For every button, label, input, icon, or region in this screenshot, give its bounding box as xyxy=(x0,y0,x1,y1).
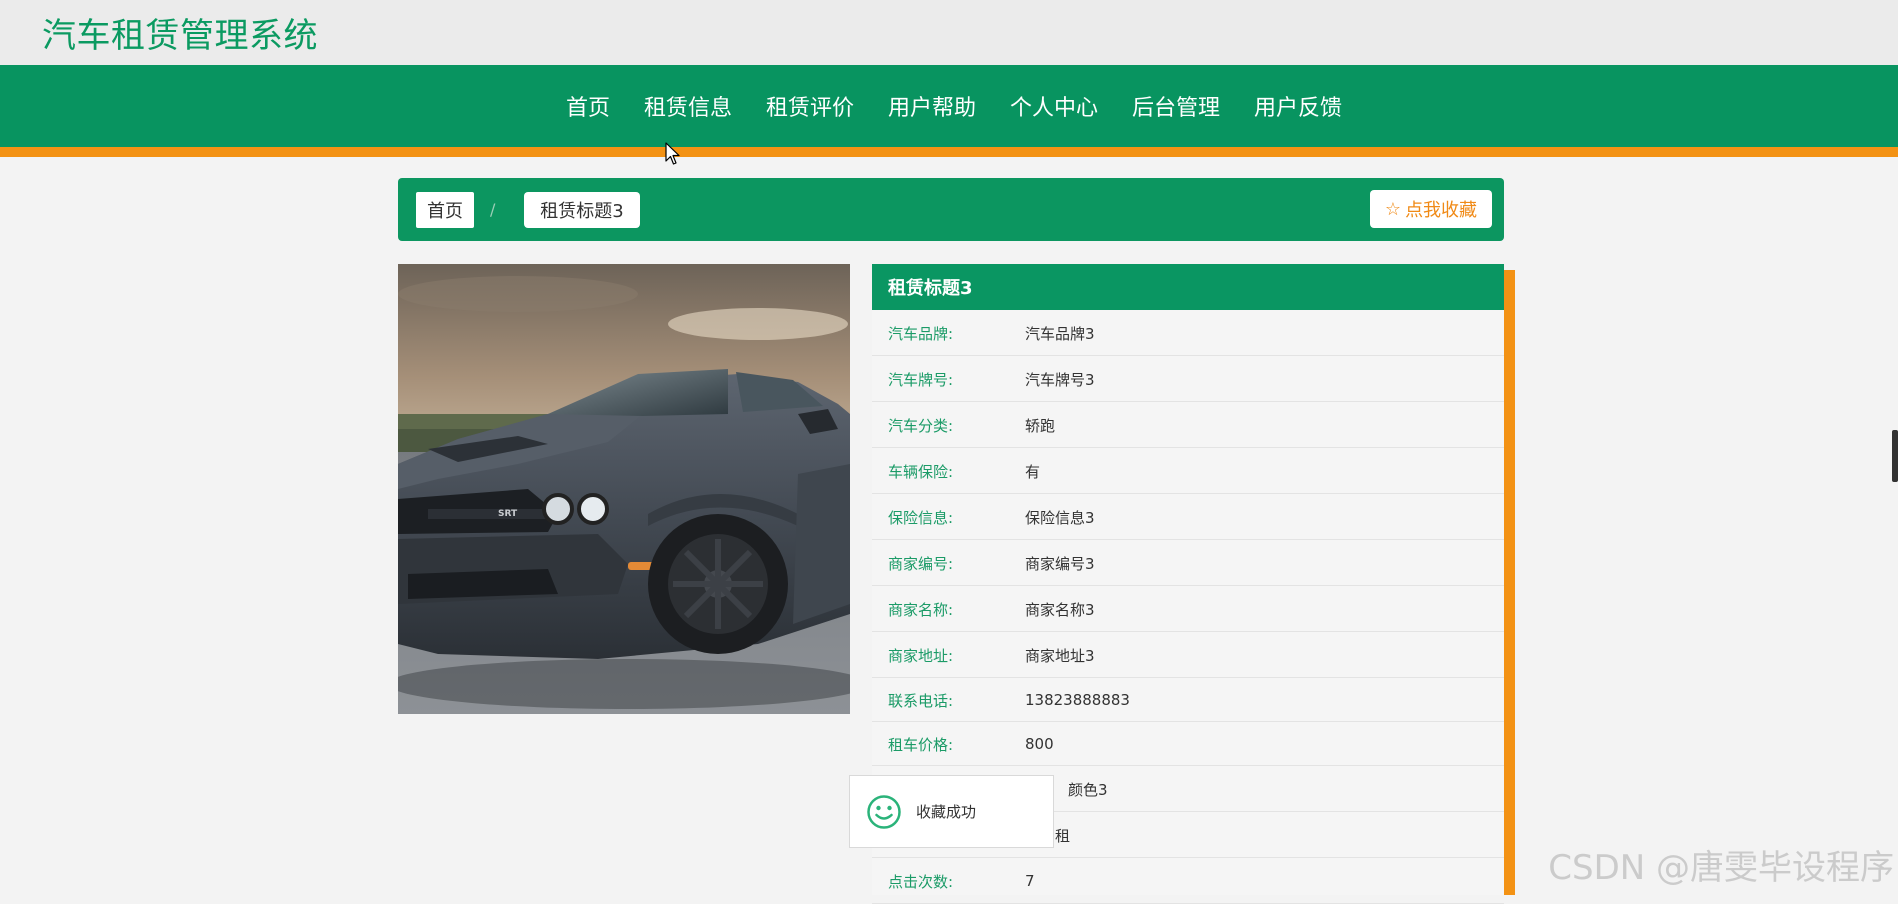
detail-row-price: 租车价格: 800 xyxy=(872,722,1504,766)
detail-row-merchant-id: 商家编号: 商家编号3 xyxy=(872,540,1504,586)
nav-item-admin[interactable]: 后台管理 xyxy=(1132,90,1220,122)
scrollbar-thumb[interactable] xyxy=(1892,430,1898,482)
detail-label: 车辆保险: xyxy=(888,462,954,481)
detail-value: 7 xyxy=(1025,872,1035,890)
nav-item-personal-center[interactable]: 个人中心 xyxy=(1010,90,1098,122)
detail-value: 有 xyxy=(1025,462,1041,481)
detail-row-merchant-address: 商家地址: 商家地址3 xyxy=(872,632,1504,678)
breadcrumb: 首页 / 租赁标题3 ☆ 点我收藏 xyxy=(398,178,1504,241)
detail-row-phone: 联系电话: 13823888883 xyxy=(872,678,1504,722)
nav-item-user-help[interactable]: 用户帮助 xyxy=(888,90,976,122)
detail-row-category: 汽车分类: 轿跑 xyxy=(872,402,1504,448)
detail-accent-bar xyxy=(1504,270,1515,895)
detail-label: 商家名称: xyxy=(888,600,954,619)
breadcrumb-home-link[interactable]: 首页 xyxy=(416,192,474,228)
detail-row-insurance: 车辆保险: 有 xyxy=(872,448,1504,494)
star-outline-icon: ☆ xyxy=(1384,198,1402,220)
detail-value: 商家编号3 xyxy=(1025,554,1095,573)
detail-label: 汽车牌号: xyxy=(888,370,954,389)
detail-value: 租 xyxy=(1055,826,1071,845)
breadcrumb-current: 租赁标题3 xyxy=(524,192,640,228)
detail-value: 颜色3 xyxy=(1068,780,1108,799)
detail-value: 13823888883 xyxy=(1025,691,1130,709)
favorite-button[interactable]: ☆ 点我收藏 xyxy=(1370,190,1492,228)
detail-row-clicks: 点击次数: 7 xyxy=(872,858,1504,904)
detail-value: 汽车牌号3 xyxy=(1025,370,1095,389)
detail-label: 商家地址: xyxy=(888,646,954,665)
nav-list: 首页 租赁信息 租赁评价 用户帮助 个人中心 后台管理 用户反馈 xyxy=(0,65,1898,147)
detail-label: 保险信息: xyxy=(888,508,954,527)
detail-value: 汽车品牌3 xyxy=(1025,324,1095,343)
detail-value: 商家地址3 xyxy=(1025,646,1095,665)
nav-item-rental-info[interactable]: 租赁信息 xyxy=(644,90,732,122)
main-nav: 首页 租赁信息 租赁评价 用户帮助 个人中心 后台管理 用户反馈 xyxy=(0,65,1898,157)
svg-text:SRT: SRT xyxy=(498,509,518,519)
detail-label: 租车价格: xyxy=(888,735,954,754)
detail-value: 800 xyxy=(1025,735,1054,753)
car-photo: SRT xyxy=(398,264,850,714)
detail-label: 联系电话: xyxy=(888,691,954,710)
detail-row-brand: 汽车品牌: 汽车品牌3 xyxy=(872,310,1504,356)
nav-item-home[interactable]: 首页 xyxy=(566,90,610,122)
detail-value: 轿跑 xyxy=(1025,416,1056,435)
detail-label: 汽车分类: xyxy=(888,416,954,435)
favorite-button-label: 点我收藏 xyxy=(1405,200,1478,221)
detail-row-plate: 汽车牌号: 汽车牌号3 xyxy=(872,356,1504,402)
detail-value: 商家名称3 xyxy=(1025,600,1095,619)
detail-row-insurance-info: 保险信息: 保险信息3 xyxy=(872,494,1504,540)
detail-row-merchant-name: 商家名称: 商家名称3 xyxy=(872,586,1504,632)
nav-item-rental-reviews[interactable]: 租赁评价 xyxy=(766,90,854,122)
top-header: 汽车租赁管理系统 xyxy=(0,0,1898,65)
detail-value: 保险信息3 xyxy=(1025,508,1095,527)
detail-title: 租赁标题3 xyxy=(872,264,1504,310)
detail-label: 汽车品牌: xyxy=(888,324,954,343)
detail-label: 商家编号: xyxy=(888,554,954,573)
toast-message: 收藏成功 xyxy=(916,803,977,821)
toast-notification: 收藏成功 xyxy=(849,775,1054,848)
nav-item-feedback[interactable]: 用户反馈 xyxy=(1254,90,1342,122)
watermark: CSDN @唐雯毕设程序 xyxy=(1548,848,1894,888)
smile-icon xyxy=(867,794,901,829)
detail-label: 点击次数: xyxy=(888,872,954,891)
breadcrumb-separator: / xyxy=(490,200,496,219)
car-photo-illustration: SRT xyxy=(398,264,850,714)
mouse-cursor-icon xyxy=(665,142,680,165)
site-title: 汽车租赁管理系统 xyxy=(42,16,318,56)
